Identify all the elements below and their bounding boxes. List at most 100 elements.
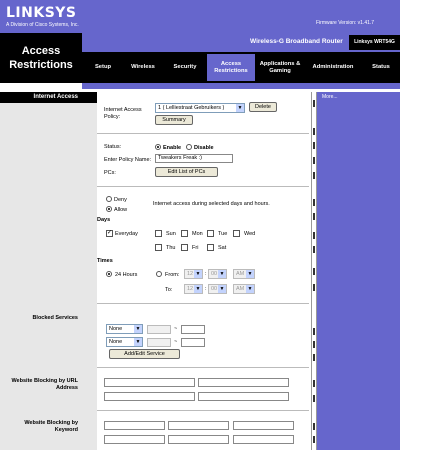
gutter-tick	[313, 100, 315, 107]
from-minute-value: 00	[211, 271, 218, 277]
to-minute-value: 00	[211, 286, 218, 292]
gutter-tick	[313, 246, 315, 253]
gutter-tick	[313, 284, 315, 291]
url-input-1[interactable]	[104, 378, 195, 387]
gutter-tick	[313, 423, 315, 430]
allow-radio[interactable]	[106, 206, 112, 212]
to-hour-value: 12	[187, 286, 194, 292]
heading-bar	[82, 92, 97, 103]
everyday-checkbox[interactable]: ✓	[106, 230, 113, 237]
delete-button[interactable]: Delete	[249, 102, 277, 112]
policy-name-input[interactable]: Tweakers Freak :)	[155, 154, 233, 163]
keyword-input-3[interactable]	[233, 421, 294, 430]
gutter-tick	[313, 395, 315, 402]
gutter-tick	[313, 268, 315, 275]
mon-label: Mon	[192, 231, 203, 237]
service-select-1[interactable]: None ▼	[106, 324, 143, 334]
gutter-tick	[313, 354, 315, 361]
chevron-down-icon: ▼	[246, 285, 254, 293]
from-ampm-select[interactable]: AM ▼	[233, 269, 255, 279]
tab-access-restrictions[interactable]: Access Restrictions	[207, 54, 255, 81]
mon-checkbox[interactable]	[181, 230, 188, 237]
website-url-label: Website Blocking by URL Address	[11, 378, 78, 391]
thu-label: Thu	[166, 245, 176, 251]
sidebar-heading-internet-access: Internet Access	[0, 92, 82, 103]
keyword-input-1[interactable]	[104, 421, 165, 430]
times-title: Times	[97, 258, 113, 264]
tue-label: Tue	[218, 231, 228, 237]
keyword-input-4[interactable]	[104, 435, 165, 444]
to-ampm-value: AM	[236, 286, 245, 292]
status-label: Status:	[104, 144, 122, 150]
divider	[97, 133, 309, 134]
divider	[97, 303, 309, 304]
tab-wireless[interactable]: Wireless	[126, 54, 160, 81]
from-minute-select[interactable]: 00 ▼	[208, 269, 227, 279]
keyword-input-6[interactable]	[233, 435, 294, 444]
time-colon: :	[205, 286, 207, 292]
service-2-value: None	[109, 339, 123, 345]
service-2-port-end[interactable]	[181, 338, 205, 347]
disable-radio[interactable]	[186, 144, 192, 150]
to-label: To:	[165, 287, 173, 293]
tab-administration[interactable]: Administration	[306, 54, 360, 81]
deny-radio[interactable]	[106, 196, 112, 202]
wed-label: Wed	[244, 231, 256, 237]
disable-label: Disable	[194, 145, 214, 151]
url-input-4[interactable]	[198, 392, 289, 401]
allow-label: Allow	[114, 207, 128, 213]
to-ampm-select[interactable]: AM ▼	[233, 284, 255, 294]
sat-label: Sat	[218, 245, 227, 251]
days-title: Days	[97, 217, 111, 223]
brand-tagline: A Division of Cisco Systems, Inc.	[6, 22, 79, 28]
add-edit-service-button[interactable]: Add/Edit Service	[109, 349, 180, 359]
wed-checkbox[interactable]	[233, 230, 240, 237]
divider	[97, 186, 309, 187]
linksys-logo: LINKSYS	[6, 5, 77, 21]
gutter-tick	[313, 232, 315, 239]
gutter-tick	[313, 436, 315, 443]
enable-radio[interactable]	[155, 144, 161, 150]
policy-label: Internet Access Policy:	[104, 107, 142, 120]
tab-applications-gaming[interactable]: Applications & Gaming	[259, 54, 301, 81]
tab-security[interactable]: Security	[168, 54, 202, 81]
chevron-down-icon: ▼	[246, 270, 254, 278]
page-title: Access Restrictions	[9, 45, 73, 71]
service-1-port-end[interactable]	[181, 325, 205, 334]
sun-checkbox[interactable]	[155, 230, 162, 237]
tue-checkbox[interactable]	[207, 230, 214, 237]
gutter-tick	[313, 128, 315, 135]
to-minute-select[interactable]: 00 ▼	[208, 284, 227, 294]
tab-setup[interactable]: Setup	[88, 54, 118, 81]
more-link[interactable]: More...	[322, 94, 338, 100]
keyword-input-5[interactable]	[168, 435, 229, 444]
url-input-3[interactable]	[104, 392, 195, 401]
gutter-tick	[313, 341, 315, 348]
gutter-tick	[313, 328, 315, 335]
service-1-value: None	[109, 326, 123, 332]
service-2-port-start[interactable]	[147, 338, 171, 347]
port-range-separator: ~	[174, 326, 178, 332]
time-range-radio[interactable]	[156, 271, 162, 277]
fri-checkbox[interactable]	[181, 244, 188, 251]
sat-checkbox[interactable]	[207, 244, 214, 251]
from-hour-select[interactable]: 12 ▼	[184, 269, 203, 279]
chevron-down-icon: ▼	[236, 104, 244, 112]
port-range-separator: ~	[174, 339, 178, 345]
policy-select-value: 1 ( Lelliestraat Gebruikers )	[158, 105, 225, 111]
summary-button[interactable]: Summary	[155, 115, 193, 125]
thu-checkbox[interactable]	[155, 244, 162, 251]
chevron-down-icon: ▼	[134, 325, 142, 333]
url-input-2[interactable]	[198, 378, 289, 387]
gutter-tick	[313, 172, 315, 179]
to-hour-select[interactable]: 12 ▼	[184, 284, 203, 294]
chevron-down-icon: ▼	[218, 270, 226, 278]
service-select-2[interactable]: None ▼	[106, 337, 143, 347]
service-1-port-start[interactable]	[147, 325, 171, 334]
tab-status[interactable]: Status	[364, 54, 398, 81]
policy-select[interactable]: 1 ( Lelliestraat Gebruikers ) ▼	[155, 103, 245, 113]
keyword-input-2[interactable]	[168, 421, 229, 430]
edit-pcs-button[interactable]: Edit List of PCs	[155, 167, 218, 177]
24-hours-radio[interactable]	[106, 271, 112, 277]
router-name: Wireless-G Broadband Router	[250, 38, 343, 45]
